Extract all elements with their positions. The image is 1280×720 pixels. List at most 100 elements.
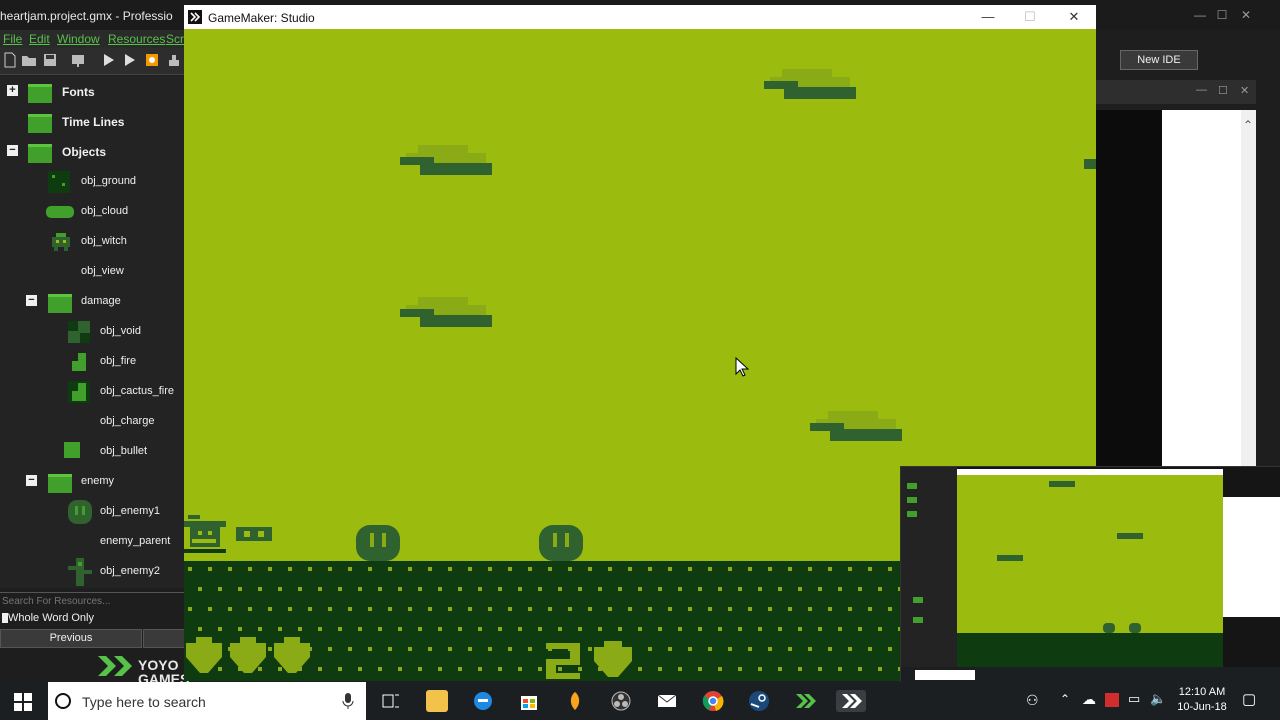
antivirus-icon[interactable]: [1105, 693, 1119, 707]
preview-ground: [957, 633, 1223, 667]
tree-item-obj-enemy2[interactable]: obj_enemy2: [0, 556, 184, 586]
system-clock[interactable]: 12:10 AM 10-Jun-18: [1170, 685, 1234, 715]
folder-open-icon: [48, 474, 72, 493]
whole-word-option[interactable]: Whole Word Only: [0, 610, 184, 626]
stop-icon[interactable]: [144, 52, 160, 68]
editor-panel-header: — ☐ ✕: [1096, 80, 1256, 104]
tree-label: obj_enemy2: [100, 565, 160, 577]
steam-icon[interactable]: [748, 690, 770, 712]
next-button[interactable]: [143, 629, 186, 648]
tree-label: enemy_parent: [100, 535, 171, 547]
menu-file[interactable]: File: [3, 32, 22, 46]
onedrive-icon[interactable]: ☁: [1082, 691, 1096, 708]
game-minimize-button[interactable]: —: [968, 8, 1008, 26]
tree-item-obj-cloud[interactable]: obj_cloud: [0, 196, 184, 226]
new-ide-button[interactable]: New IDE: [1120, 50, 1198, 70]
panel-close-icon[interactable]: ✕: [1240, 84, 1249, 97]
save-icon[interactable]: [42, 52, 58, 68]
network-icon[interactable]: ▭: [1128, 691, 1140, 707]
game-close-button[interactable]: ✕: [1054, 8, 1094, 26]
gamemaker-icon: [188, 10, 202, 24]
collapse-icon[interactable]: −: [7, 145, 18, 156]
action-center-icon[interactable]: ▢: [1242, 690, 1256, 708]
file-explorer-icon[interactable]: [426, 690, 448, 712]
tray-chevron-icon[interactable]: ⌃: [1060, 692, 1070, 706]
panel-minimize-icon[interactable]: —: [1196, 84, 1207, 96]
fire-sprite-icon: [72, 353, 86, 371]
windows-start-icon[interactable]: [14, 693, 32, 711]
new-file-icon[interactable]: [2, 52, 18, 68]
preview-taskbar: [901, 667, 1280, 683]
tree-item-obj-bullet[interactable]: obj_bullet: [0, 436, 184, 466]
tree-item-objects[interactable]: − Objects: [0, 136, 184, 166]
expand-icon[interactable]: +: [7, 85, 18, 96]
tree-item-obj-view[interactable]: obj_view: [0, 256, 184, 286]
task-view-icon[interactable]: [380, 690, 402, 712]
tree-item-damage[interactable]: − damage: [0, 286, 184, 316]
tree-label: obj_bullet: [100, 445, 148, 457]
tree-item-time-lines[interactable]: Time Lines: [0, 106, 184, 136]
volume-icon[interactable]: 🔈: [1150, 691, 1166, 707]
store-icon[interactable]: [518, 690, 540, 712]
edge-browser-icon[interactable]: [472, 690, 494, 712]
charge-counter: [546, 641, 632, 679]
clean-icon[interactable]: [166, 52, 182, 68]
tree-item-enemy-parent[interactable]: enemy_parent: [0, 526, 184, 556]
ide-maximize-button[interactable]: ☐: [1212, 6, 1232, 24]
chrome-icon[interactable]: [702, 690, 724, 712]
game-window-title: GameMaker: Studio: [208, 11, 315, 25]
editor-scrollbar[interactable]: ⌃: [1241, 110, 1256, 467]
ide-window-title: heartjam.project.gmx - Professio: [0, 9, 173, 23]
mail-icon[interactable]: [656, 690, 678, 712]
tree-item-obj-cactus-fire[interactable]: obj_cactus_fire: [0, 376, 184, 406]
cortana-icon: [55, 693, 71, 709]
enemy1-sprite-icon: [68, 500, 92, 524]
tree-item-enemy[interactable]: − enemy: [0, 466, 184, 496]
ide-close-button[interactable]: ✕: [1236, 6, 1256, 24]
tree-label: obj_fire: [100, 355, 137, 367]
game-maximize-button[interactable]: ☐: [1010, 8, 1050, 26]
folder-icon: [28, 84, 52, 103]
preview-white-panel: [1223, 497, 1280, 617]
people-icon[interactable]: ⚇: [1026, 692, 1039, 709]
menu-window[interactable]: Window: [57, 32, 100, 46]
obs-icon[interactable]: [610, 690, 632, 712]
previous-button[interactable]: Previous: [0, 629, 142, 648]
tree-item-obj-ground[interactable]: obj_ground: [0, 166, 184, 196]
gamemaker-taskbar-icon[interactable]: [794, 690, 816, 712]
open-folder-icon[interactable]: [21, 52, 37, 68]
stream-preview-thumbnail: [900, 466, 1280, 684]
cloud-sprite-icon: [46, 206, 74, 218]
tree-label: obj_ground: [81, 175, 137, 187]
tree-item-obj-charge[interactable]: obj_charge: [0, 406, 184, 436]
microphone-icon[interactable]: [342, 693, 354, 709]
tree-label: obj_cloud: [81, 205, 129, 217]
menu-resources[interactable]: Resources: [108, 32, 165, 46]
tree-item-obj-void[interactable]: obj_void: [0, 316, 184, 346]
tree-label: Objects: [62, 145, 107, 159]
cloud-sprite: [764, 69, 856, 99]
tree-item-obj-witch[interactable]: obj_witch: [0, 226, 184, 256]
folder-open-icon: [28, 144, 52, 163]
collapse-icon[interactable]: −: [26, 475, 37, 486]
tree-item-obj-enemy1[interactable]: obj_enemy1: [0, 496, 184, 526]
run-icon[interactable]: [100, 52, 116, 68]
gamemaker-runner-taskbar-icon[interactable]: [836, 690, 866, 712]
menu-scripts[interactable]: Scr: [166, 32, 184, 46]
tree-item-obj-fire[interactable]: obj_fire: [0, 346, 184, 376]
clock-time: 12:10 AM: [1178, 686, 1226, 698]
panel-maximize-icon[interactable]: ☐: [1218, 84, 1228, 97]
scroll-up-icon[interactable]: ⌃: [1243, 118, 1253, 132]
debug-run-icon[interactable]: [121, 52, 137, 68]
enemy-sprite: [356, 525, 400, 561]
fl-studio-icon[interactable]: [564, 690, 586, 712]
tree-label: obj_void: [100, 325, 141, 337]
tree-label: obj_witch: [81, 235, 127, 247]
collapse-icon[interactable]: −: [26, 295, 37, 306]
menu-edit[interactable]: Edit: [29, 32, 50, 46]
ide-minimize-button[interactable]: —: [1190, 6, 1210, 24]
taskbar-search-box[interactable]: Type here to search: [48, 682, 366, 720]
export-icon[interactable]: [70, 52, 86, 68]
tree-item-fonts[interactable]: + Fonts: [0, 76, 184, 106]
resource-search-input[interactable]: [0, 593, 186, 609]
